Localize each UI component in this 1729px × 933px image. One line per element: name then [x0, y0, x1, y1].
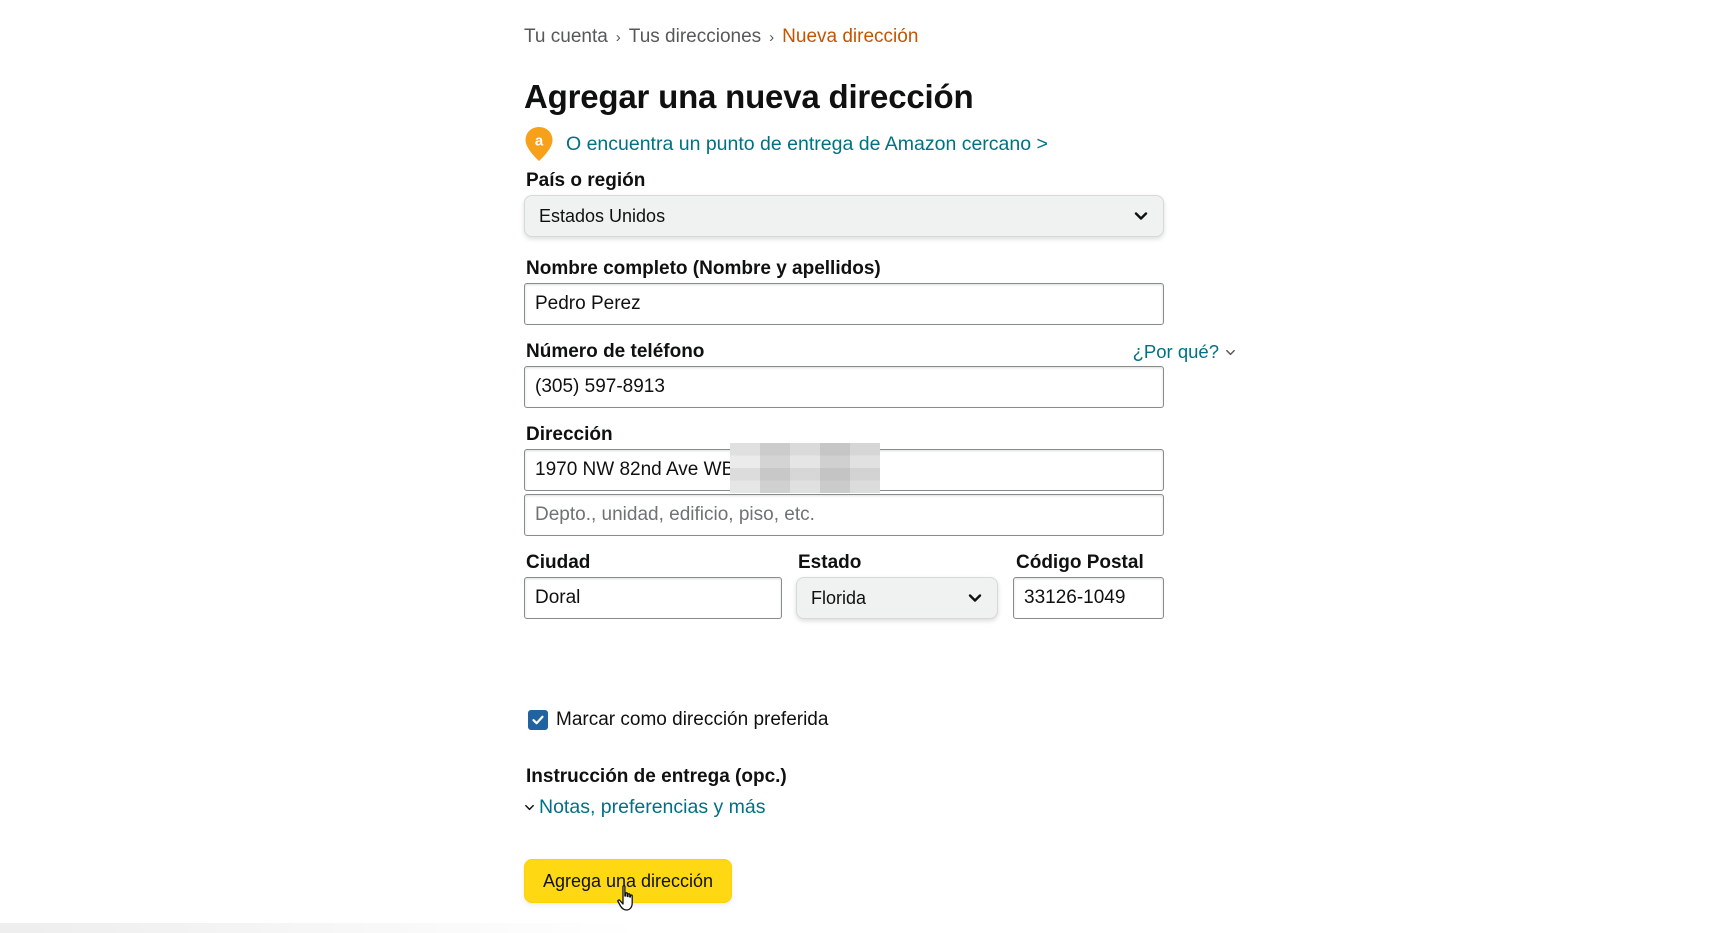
chevron-down-icon — [1226, 349, 1235, 355]
preferred-address-label[interactable]: Marcar como dirección preferida — [556, 709, 828, 731]
breadcrumb-tu-cuenta[interactable]: Tu cuenta — [524, 26, 608, 47]
delivery-notes-link[interactable]: Notas, preferencias y más — [539, 796, 766, 819]
state-label: Estado — [798, 552, 862, 573]
chevron-down-icon — [525, 804, 534, 811]
pin-letter: a — [535, 133, 544, 150]
full-name-value: Pedro Perez — [535, 293, 641, 314]
zip-label: Código Postal — [1016, 552, 1144, 573]
why-link[interactable]: ¿Por qué? — [1133, 341, 1219, 363]
pickup-point-row: a O encuentra un punto de entrega de Ama… — [524, 126, 1048, 162]
breadcrumb-separator: › — [615, 29, 621, 46]
state-select-value: Florida — [811, 587, 867, 608]
zip-input[interactable]: 33126-1049 — [1013, 577, 1164, 619]
breadcrumb: Tu cuenta › Tus direcciones › Nueva direcció… — [524, 26, 918, 48]
pickup-point-link[interactable]: O encuentra un punto de entrega de Amazo… — [566, 133, 1048, 156]
breadcrumb-tus-direcciones[interactable]: Tus direcciones — [629, 26, 761, 47]
map-pin-icon: a — [525, 127, 553, 161]
phone-value: (305) 597-8913 — [535, 376, 665, 397]
city-label: Ciudad — [526, 552, 591, 573]
breadcrumb-current: Nueva dirección — [782, 26, 919, 47]
delivery-notes-toggle[interactable]: Notas, preferencias y más — [524, 796, 766, 819]
city-value: Doral — [535, 587, 581, 608]
why-toggle[interactable]: ¿Por qué? — [1133, 341, 1236, 363]
page-title: Agregar una nueva dirección — [524, 78, 974, 115]
bottom-shadow — [0, 923, 640, 933]
chevron-down-icon — [968, 594, 982, 602]
delivery-instructions-label: Instrucción de entrega (opc.) — [526, 766, 787, 787]
phone-input[interactable]: (305) 597-8913 — [524, 366, 1164, 408]
full-name-input[interactable]: Pedro Perez — [524, 283, 1164, 325]
checkmark-icon — [532, 715, 544, 725]
address-line2-placeholder: Depto., unidad, edificio, piso, etc. — [535, 504, 815, 525]
state-select[interactable]: Florida — [796, 577, 998, 619]
preferred-address-checkbox[interactable] — [528, 710, 548, 730]
chevron-down-icon — [1134, 212, 1148, 220]
hand-cursor-icon — [617, 885, 633, 911]
address-label: Dirección — [526, 424, 613, 445]
zip-value: 33126-1049 — [1024, 587, 1126, 608]
breadcrumb-separator: › — [769, 29, 775, 46]
full-name-label: Nombre completo (Nombre y apellidos) — [526, 258, 881, 279]
redaction-blur — [730, 443, 880, 493]
preferred-address-row: Marcar como dirección preferida — [528, 709, 828, 731]
address-line1-value: 1970 NW 82nd Ave WBF — [535, 459, 746, 480]
country-label: País o región — [526, 170, 646, 191]
address-line2-input[interactable]: Depto., unidad, edificio, piso, etc. — [524, 494, 1164, 536]
country-select[interactable]: Estados Unidos — [524, 195, 1164, 237]
city-input[interactable]: Doral — [524, 577, 782, 619]
phone-label: Número de teléfono — [526, 341, 705, 362]
country-select-value: Estados Unidos — [539, 205, 666, 226]
